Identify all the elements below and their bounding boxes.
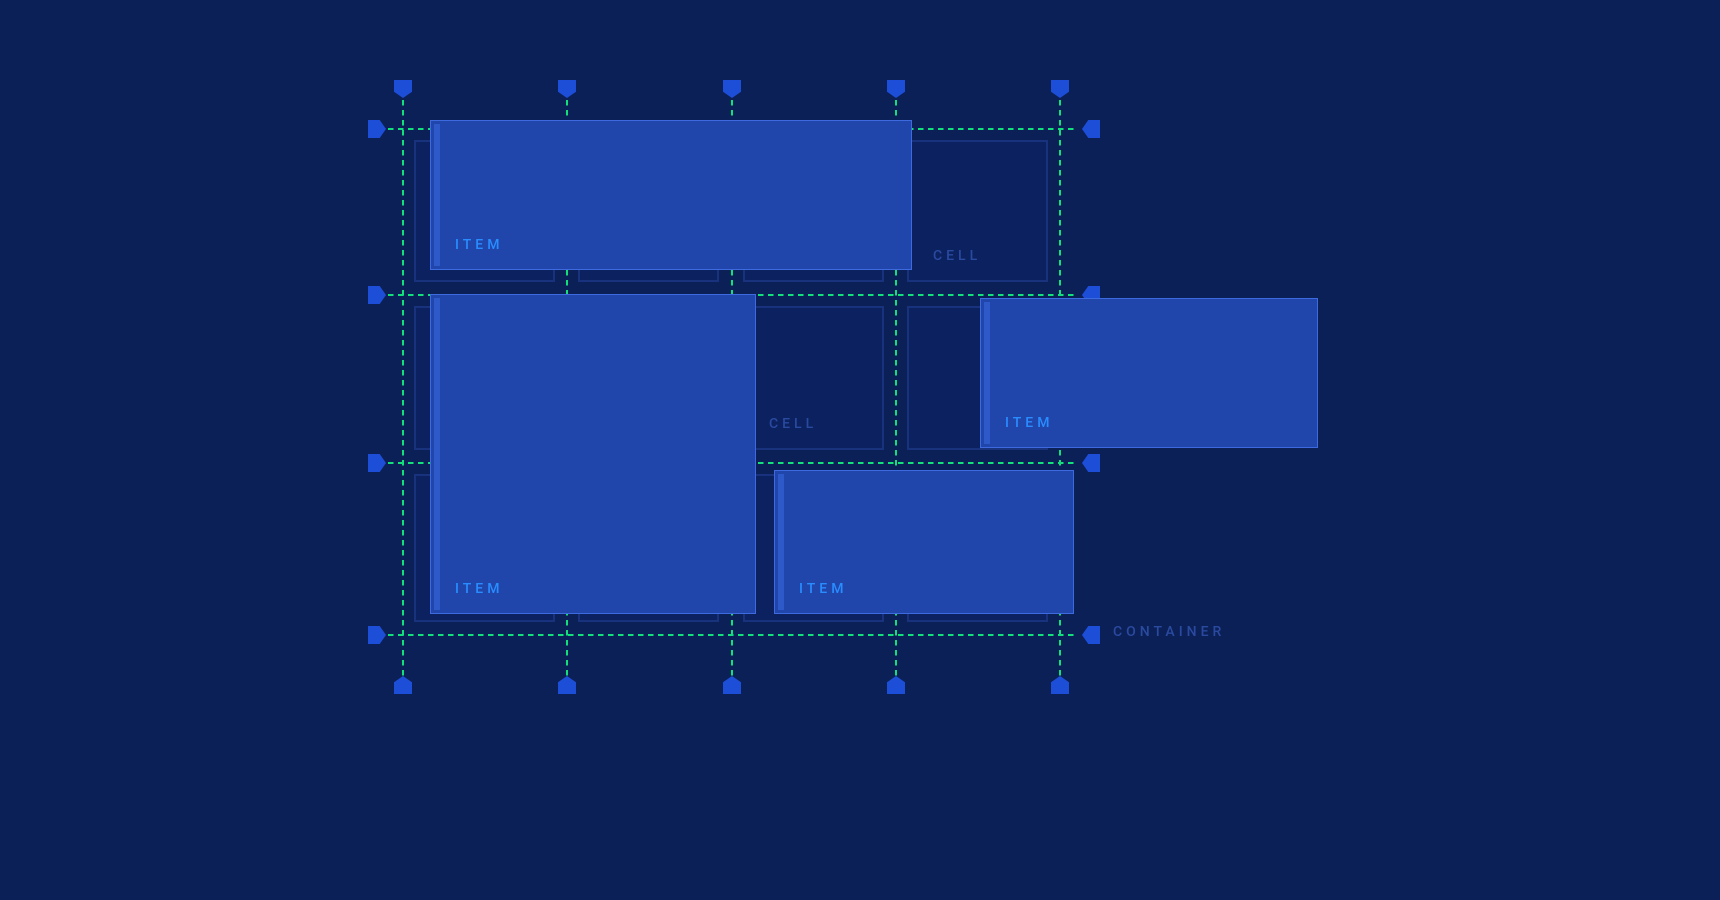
container-label: CONTAINER	[1113, 624, 1225, 640]
column-marker-icon	[394, 676, 412, 694]
row-marker-icon	[368, 286, 386, 304]
grid-cell: CELL	[907, 140, 1048, 282]
grid-item: ITEM	[430, 120, 912, 270]
row-marker-icon	[368, 120, 386, 138]
row-marker-icon	[368, 454, 386, 472]
item-label: ITEM	[1005, 415, 1053, 431]
grid-row-line	[388, 634, 1078, 636]
column-marker-icon	[887, 676, 905, 694]
grid-col-line	[402, 100, 404, 676]
column-marker-icon	[394, 80, 412, 98]
column-marker-icon	[1051, 80, 1069, 98]
column-marker-icon	[558, 676, 576, 694]
row-marker-icon	[1082, 454, 1100, 472]
grid-item: ITEM	[980, 298, 1318, 448]
grid-item: ITEM	[430, 294, 756, 614]
row-marker-icon	[1082, 626, 1100, 644]
item-label: ITEM	[455, 237, 503, 253]
column-marker-icon	[558, 80, 576, 98]
item-label: ITEM	[455, 581, 503, 597]
row-marker-icon	[1082, 120, 1100, 138]
grid-cell: CELL	[743, 306, 884, 450]
cell-label: CELL	[769, 416, 817, 432]
item-label: ITEM	[799, 581, 847, 597]
column-marker-icon	[723, 80, 741, 98]
column-marker-icon	[887, 80, 905, 98]
column-marker-icon	[1051, 676, 1069, 694]
cell-label: CELL	[933, 248, 981, 264]
grid-item: ITEM	[774, 470, 1074, 614]
column-marker-icon	[723, 676, 741, 694]
diagram-stage: CELL CELL ITEM ITEM ITEM ITEM CONTAINER	[0, 0, 1720, 900]
row-marker-icon	[368, 626, 386, 644]
